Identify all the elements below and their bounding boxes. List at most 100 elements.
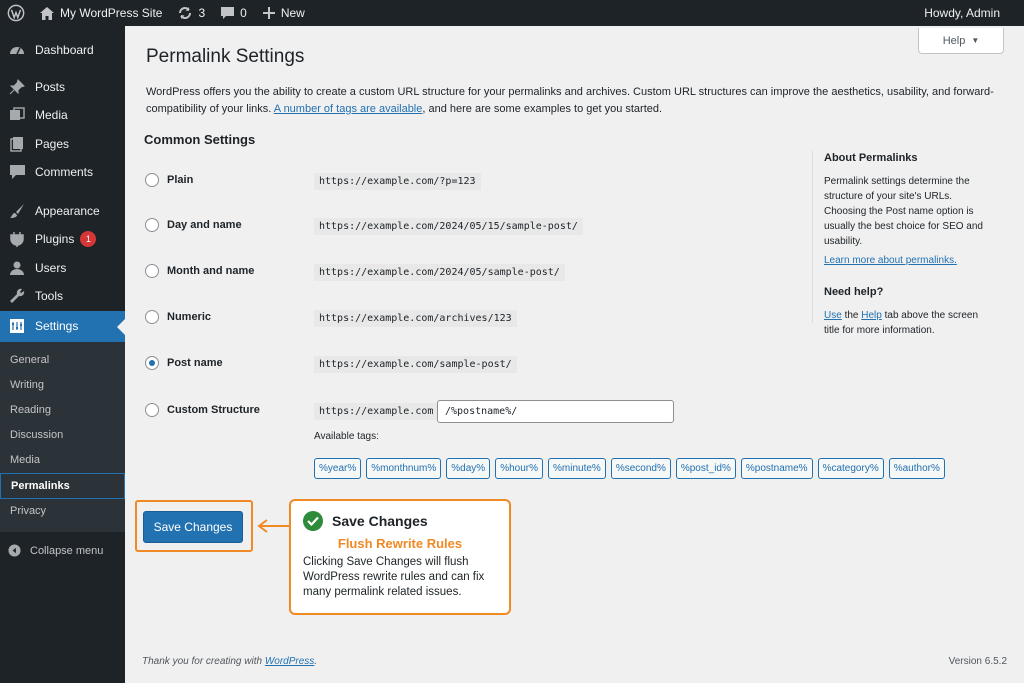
- tag-button[interactable]: %monthnum%: [366, 458, 442, 479]
- comment-bubble-icon: [221, 7, 235, 19]
- help-link[interactable]: Help: [861, 310, 882, 321]
- menu-label-appearance: Appearance: [35, 203, 100, 218]
- menu-item-media[interactable]: Media: [0, 101, 125, 130]
- need-help-the: the: [841, 310, 862, 321]
- submenu-permalinks[interactable]: Permalinks: [0, 472, 125, 499]
- wordpress-link[interactable]: WordPress: [265, 656, 314, 667]
- tag-button[interactable]: %author%: [888, 458, 945, 479]
- admin-bar: My WordPress Site 3 0 New Howdy, Admin: [0, 0, 1024, 26]
- option-post-name[interactable]: Post name: [145, 356, 317, 370]
- radio-day-and-name[interactable]: [145, 218, 159, 232]
- footer-thanks-before: Thank you for creating with: [142, 656, 265, 667]
- wordpress-logo-icon[interactable]: [0, 0, 32, 26]
- site-name: My WordPress Site: [60, 6, 163, 20]
- radio-plain[interactable]: [145, 173, 159, 187]
- submenu-writing[interactable]: Writing: [0, 373, 125, 398]
- submenu-reading[interactable]: Reading: [0, 398, 125, 423]
- intro-text-after: , and here are some examples to get you …: [422, 103, 663, 115]
- my-account-link[interactable]: Howdy, Admin: [916, 0, 1024, 26]
- menu-item-users[interactable]: Users: [0, 254, 125, 283]
- collapse-menu-button[interactable]: Collapse menu: [0, 536, 125, 566]
- option-numeric[interactable]: Numeric: [145, 310, 317, 324]
- available-tags-label: Available tags:: [314, 431, 379, 442]
- menu-item-settings[interactable]: Settings: [0, 310, 125, 342]
- menu-item-dashboard[interactable]: Dashboard: [0, 36, 125, 65]
- menu-label-comments: Comments: [35, 165, 94, 180]
- learn-more-link[interactable]: Learn more about permalinks.: [824, 255, 957, 266]
- settings-submenu: General Writing Reading Discussion Media…: [0, 341, 125, 532]
- site-name-link[interactable]: My WordPress Site: [32, 0, 170, 26]
- updates-link[interactable]: 3: [170, 0, 213, 26]
- submenu-discussion[interactable]: Discussion: [0, 423, 125, 448]
- tag-button[interactable]: %year%: [314, 458, 362, 479]
- tag-button[interactable]: %second%: [610, 458, 671, 479]
- new-content-link[interactable]: New: [255, 0, 313, 26]
- main-content: Help ▼ Permalink Settings WordPress offe…: [125, 26, 1024, 683]
- about-permalinks-text: Permalink settings determine the structu…: [824, 176, 983, 247]
- tag-button[interactable]: %post_id%: [675, 458, 736, 479]
- user-icon: [8, 259, 26, 277]
- example-numeric: https://example.com/archives/123: [314, 310, 517, 327]
- brush-icon: [8, 202, 26, 220]
- radio-custom-structure[interactable]: [145, 403, 159, 417]
- footer-thanks-after: .: [314, 656, 318, 667]
- menu-item-pages[interactable]: Pages: [0, 130, 125, 159]
- triangle-down-icon: ▼: [971, 36, 980, 45]
- intro-text: WordPress offers you the ability to crea…: [146, 84, 1014, 118]
- need-help-text: Use the Help tab above the screen title …: [824, 308, 987, 338]
- plus-icon: [262, 7, 275, 19]
- menu-item-posts[interactable]: Posts: [0, 73, 125, 102]
- menu-label-settings: Settings: [35, 319, 79, 333]
- menu-label-dashboard: Dashboard: [35, 43, 94, 58]
- tag-button[interactable]: %minute%: [548, 458, 606, 479]
- about-permalinks-title: About Permalinks: [824, 152, 918, 164]
- tag-button[interactable]: %hour%: [495, 458, 543, 479]
- radio-post-name[interactable]: [145, 356, 159, 370]
- common-settings-heading: Common Settings: [144, 132, 256, 147]
- home-icon: [40, 6, 54, 20]
- use-link[interactable]: Use: [824, 310, 842, 321]
- collapse-label: Collapse menu: [30, 544, 104, 557]
- menu-item-comments[interactable]: Comments: [0, 158, 125, 187]
- about-permalinks-panel: About Permalinks Permalink settings dete…: [812, 151, 987, 336]
- comments-count: 0: [240, 6, 247, 20]
- comments-link[interactable]: 0: [213, 0, 255, 26]
- submenu-privacy[interactable]: Privacy: [0, 499, 125, 524]
- callout-body: Clicking Save Changes will flush WordPre…: [303, 556, 485, 598]
- save-changes-button[interactable]: Save Changes: [143, 511, 243, 543]
- radio-month-and-name[interactable]: [145, 264, 159, 278]
- option-day-and-name[interactable]: Day and name: [145, 218, 317, 232]
- option-label-numeric: Numeric: [167, 311, 212, 323]
- tag-button[interactable]: %category%: [817, 458, 884, 479]
- tag-button[interactable]: %postname%: [740, 458, 813, 479]
- menu-item-appearance[interactable]: Appearance: [0, 197, 125, 226]
- option-label-post-name: Post name: [167, 357, 223, 369]
- plugins-update-badge: 1: [80, 231, 97, 248]
- settings-icon: [8, 317, 26, 335]
- option-month-and-name[interactable]: Month and name: [145, 264, 317, 278]
- howdy-text: Howdy, Admin: [924, 6, 1000, 20]
- option-label-month-and-name: Month and name: [167, 265, 255, 277]
- option-custom-structure[interactable]: Custom Structure: [145, 403, 317, 417]
- submenu-media[interactable]: Media: [0, 448, 125, 473]
- available-tags-link[interactable]: A number of tags are available: [274, 103, 423, 115]
- collapse-icon: [8, 543, 22, 558]
- example-post-name: https://example.com/sample-post/: [314, 356, 517, 373]
- submenu-general[interactable]: General: [0, 348, 125, 373]
- menu-label-media: Media: [35, 108, 68, 123]
- option-label-plain: Plain: [167, 174, 194, 186]
- available-tags-list: %year% %monthnum% %day% %hour% %minute% …: [314, 458, 945, 479]
- example-plain: https://example.com/?p=123: [314, 173, 481, 190]
- menu-item-tools[interactable]: Tools: [0, 282, 125, 311]
- checkmark-icon: [303, 511, 323, 531]
- custom-structure-input[interactable]: [437, 400, 674, 423]
- option-plain[interactable]: Plain: [145, 173, 317, 187]
- option-label-day-and-name: Day and name: [167, 219, 242, 231]
- option-label-custom-structure: Custom Structure: [167, 404, 260, 416]
- radio-numeric[interactable]: [145, 310, 159, 324]
- menu-item-plugins[interactable]: Plugins 1: [0, 225, 125, 254]
- footer-version: Version 6.5.2: [948, 656, 1007, 667]
- example-day-and-name: https://example.com/2024/05/15/sample-po…: [314, 218, 583, 235]
- help-tab-button[interactable]: Help ▼: [918, 28, 1004, 54]
- tag-button[interactable]: %day%: [446, 458, 491, 479]
